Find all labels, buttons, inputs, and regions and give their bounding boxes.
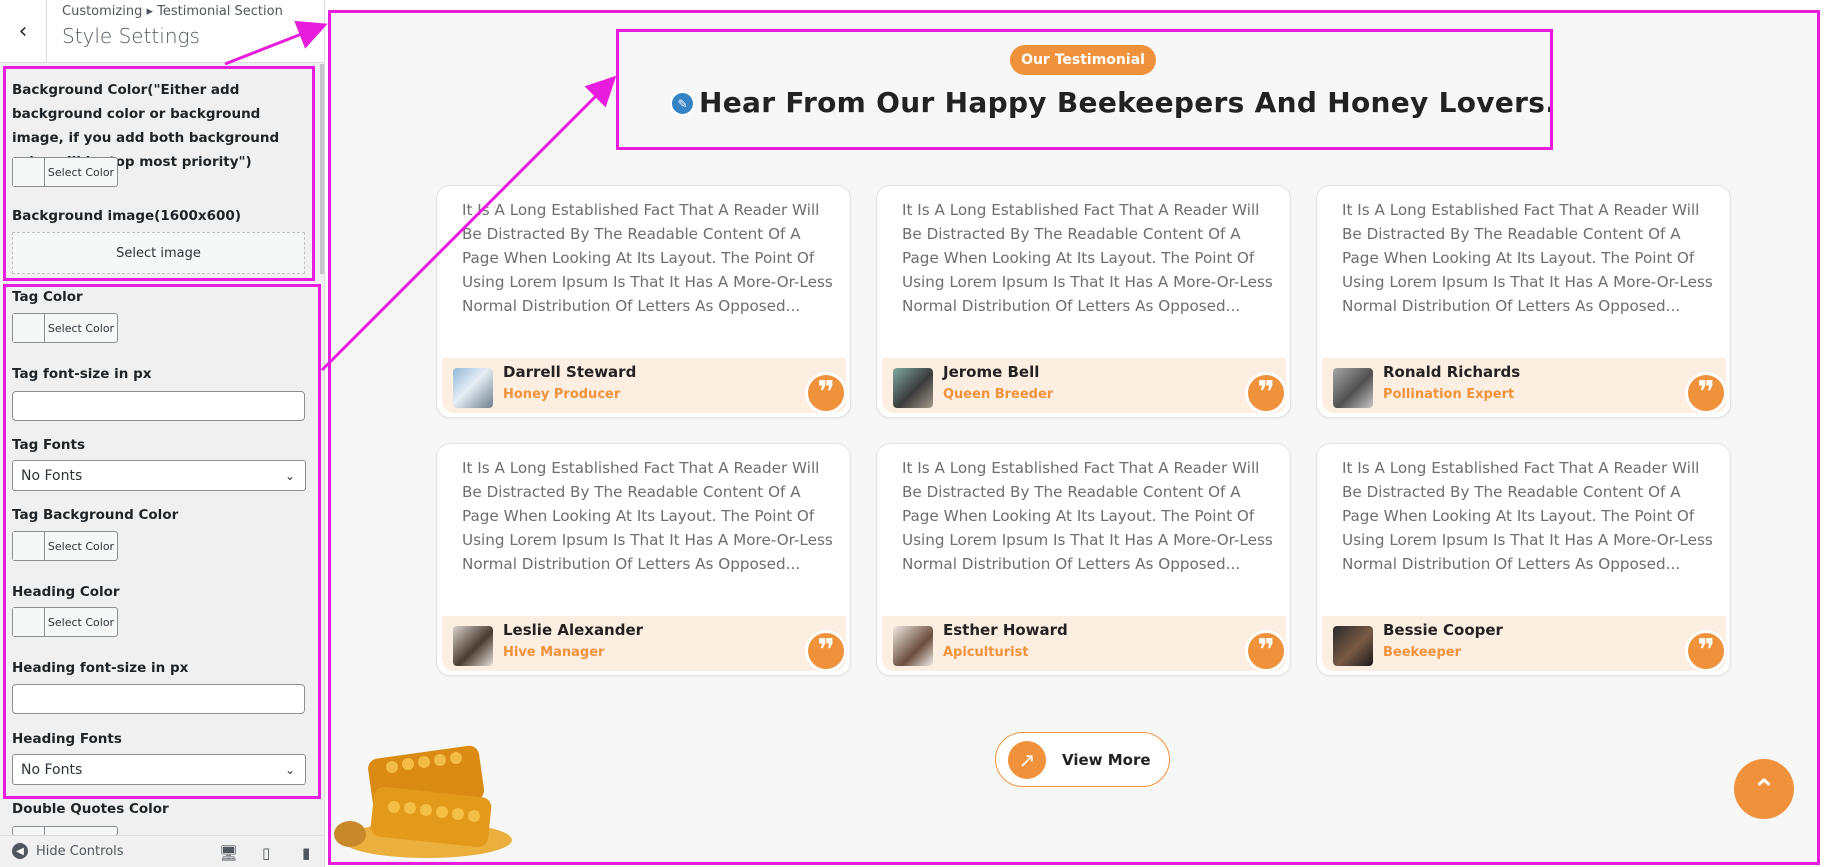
testimonial-footer: Esther Howard Apiculturist xyxy=(882,616,1286,671)
tag-fonts-label: Tag Fonts xyxy=(12,437,85,453)
heading-font-size-label: Heading font-size in px xyxy=(12,660,189,676)
color-swatch xyxy=(13,608,45,636)
view-more-label: View More xyxy=(1062,750,1151,769)
tag-font-size-label: Tag font-size in px xyxy=(12,366,152,382)
testimonial-footer: Jerome Bell Queen Breeder xyxy=(882,358,1286,413)
collapse-icon: ◀ xyxy=(12,843,28,859)
quote-icon: ❞ xyxy=(1685,372,1727,414)
author-role: Apiculturist xyxy=(943,645,1029,660)
author-role: Hive Manager xyxy=(503,645,605,660)
testimonial-card: It Is A Long Established Fact That A Rea… xyxy=(876,185,1291,418)
select-color-label: Select Color xyxy=(47,321,115,335)
testimonial-card: It Is A Long Established Fact That A Rea… xyxy=(876,443,1291,676)
desktop-preview-icon[interactable]: 🖥 xyxy=(219,844,238,862)
edit-shortcut-pencil-icon[interactable]: ✎ xyxy=(670,91,695,116)
view-more-button[interactable]: ↗ View More xyxy=(995,732,1170,787)
author-role: Beekeeper xyxy=(1383,645,1462,660)
author-role: Pollination Expert xyxy=(1383,387,1515,402)
double-quotes-color-label: Double Quotes Color xyxy=(12,801,169,817)
scroll-to-top-button[interactable]: ⌃ xyxy=(1734,759,1794,819)
heading-color-picker-button[interactable]: Select Color xyxy=(12,607,118,637)
testimonial-footer: Darrell Steward Honey Producer xyxy=(442,358,846,413)
heading-fonts-value: No Fonts xyxy=(21,761,83,778)
sidebar-header: ‹ Customizing ▸ Testimonial Section Styl… xyxy=(0,0,324,63)
select-image-button[interactable]: Select image xyxy=(12,232,305,274)
quote-icon: ❞ xyxy=(1685,630,1727,672)
author-name: Esther Howard xyxy=(943,621,1068,639)
testimonial-card: It Is A Long Established Fact That A Rea… xyxy=(1316,443,1731,676)
avatar xyxy=(453,626,493,666)
arrow-up-right-icon: ↗ xyxy=(1008,740,1046,779)
testimonial-text: It Is A Long Established Fact That A Rea… xyxy=(1342,459,1713,573)
avatar xyxy=(893,368,933,408)
testimonial-text: It Is A Long Established Fact That A Rea… xyxy=(462,459,833,573)
color-swatch xyxy=(13,827,45,835)
testimonial-text: It Is A Long Established Fact That A Rea… xyxy=(902,459,1273,573)
avatar xyxy=(1333,368,1373,408)
testimonial-footer: Leslie Alexander Hive Manager xyxy=(442,616,846,671)
author-name: Ronald Richards xyxy=(1383,363,1521,381)
author-name: Darrell Steward xyxy=(503,363,637,381)
avatar xyxy=(453,368,493,408)
sidebar-footer: ◀ Hide Controls 🖥 ▯ ▮ xyxy=(0,835,324,867)
quote-icon: ❞ xyxy=(1245,630,1287,672)
bg-image-label: Background image(1600x600) xyxy=(12,208,241,224)
chevron-down-icon: ⌄ xyxy=(284,762,295,777)
author-role: Queen Breeder xyxy=(943,387,1054,402)
heading-color-label: Heading Color xyxy=(12,584,120,600)
tag-color-picker-button[interactable]: Select Color xyxy=(12,313,118,343)
testimonial-text: It Is A Long Established Fact That A Rea… xyxy=(1342,201,1713,315)
honeycomb-image xyxy=(334,745,512,858)
testimonial-card: It Is A Long Established Fact That A Rea… xyxy=(436,443,851,676)
section-heading: Hear From Our Happy Beekeepers And Honey… xyxy=(699,86,1557,119)
testimonial-text: It Is A Long Established Fact That A Rea… xyxy=(902,201,1273,315)
author-role: Honey Producer xyxy=(503,387,621,402)
tag-bg-color-label: Tag Background Color xyxy=(12,507,179,523)
heading-fonts-label: Heading Fonts xyxy=(12,731,122,747)
testimonial-text: It Is A Long Established Fact That A Rea… xyxy=(462,201,833,315)
quote-icon: ❞ xyxy=(805,630,847,672)
sidebar-scrollbar[interactable] xyxy=(320,64,324,274)
color-swatch xyxy=(13,158,45,186)
author-name: Leslie Alexander xyxy=(503,621,644,639)
tag-font-size-input[interactable] xyxy=(12,391,305,421)
bg-color-picker-button[interactable]: Select Color xyxy=(12,157,118,187)
testimonial-footer: Bessie Cooper Beekeeper xyxy=(1322,616,1726,671)
heading-fonts-select[interactable]: No Fonts ⌄ xyxy=(12,754,306,785)
color-swatch xyxy=(13,314,45,342)
avatar xyxy=(893,626,933,666)
testimonial-card: It Is A Long Established Fact That A Rea… xyxy=(436,185,851,418)
tablet-preview-icon[interactable]: ▯ xyxy=(262,844,270,862)
double-chevron-up-icon: ⌃ xyxy=(1752,772,1776,806)
quote-icon: ❞ xyxy=(805,372,847,414)
color-swatch xyxy=(13,532,45,560)
select-color-label: Select Color xyxy=(47,165,115,179)
heading-font-size-input[interactable] xyxy=(12,684,305,714)
mobile-preview-icon[interactable]: ▮ xyxy=(302,844,310,862)
back-button[interactable]: ‹ xyxy=(0,0,47,63)
select-color-label: Select Color xyxy=(47,539,115,553)
testimonial-card: It Is A Long Established Fact That A Rea… xyxy=(1316,185,1731,418)
page-title: Style Settings xyxy=(62,24,200,48)
tag-color-label: Tag Color xyxy=(12,289,83,305)
avatar xyxy=(1333,626,1373,666)
tag-fonts-select[interactable]: No Fonts ⌄ xyxy=(12,460,306,491)
hide-controls-button[interactable]: ◀ Hide Controls xyxy=(12,843,124,859)
breadcrumb: Customizing ▸ Testimonial Section xyxy=(62,4,283,19)
chevron-left-icon: ‹ xyxy=(18,19,28,44)
testimonial-footer: Ronald Richards Pollination Expert xyxy=(1322,358,1726,413)
section-tag: Our Testimonial xyxy=(1010,45,1156,75)
tag-fonts-value: No Fonts xyxy=(21,467,83,484)
tag-bg-color-picker-button[interactable]: Select Color xyxy=(12,531,118,561)
author-name: Jerome Bell xyxy=(943,363,1040,381)
customizer-sidebar: ‹ Customizing ▸ Testimonial Section Styl… xyxy=(0,0,325,867)
select-color-label: Select Color xyxy=(47,615,115,629)
chevron-down-icon: ⌄ xyxy=(284,468,295,483)
quote-icon: ❞ xyxy=(1245,372,1287,414)
author-name: Bessie Cooper xyxy=(1383,621,1503,639)
hide-controls-label: Hide Controls xyxy=(36,843,124,859)
